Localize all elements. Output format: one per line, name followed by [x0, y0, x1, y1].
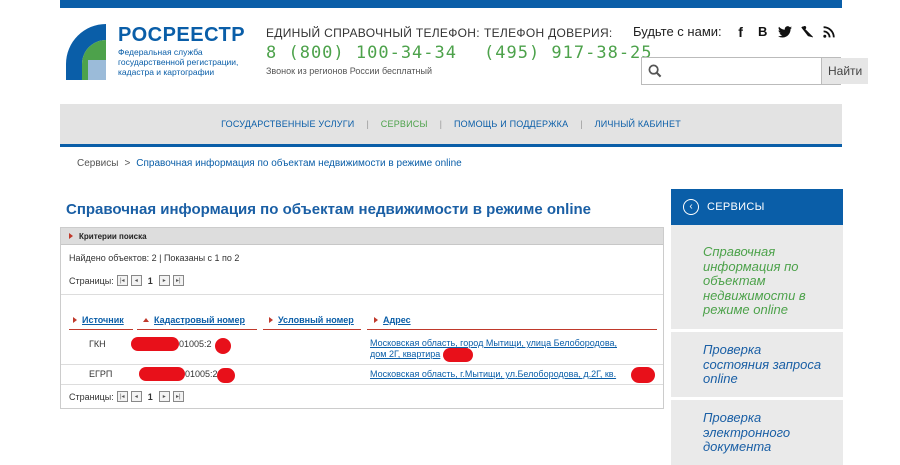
- main-nav: ГОСУДАРСТВЕННЫЕ УСЛУГИ | СЕРВИСЫ | ПОМОЩ…: [60, 104, 842, 147]
- row-source: ГКН: [89, 339, 106, 349]
- search-icon: [648, 64, 662, 78]
- sidebar-header-label: СЕРВИСЫ: [707, 201, 765, 213]
- search-criteria-label: Критерии поиска: [79, 231, 147, 241]
- sidebar-divider: [671, 329, 843, 332]
- pager-top: Страницы: |◂ ◂ 1 ▸ ▸|: [69, 275, 184, 286]
- pager-bottom: Страницы: |◂ ◂ 1 ▸ ▸|: [69, 391, 184, 402]
- column-conditional[interactable]: Условный номер: [269, 315, 354, 325]
- hotline-note: Звонок из регионов России бесплатный: [266, 66, 433, 76]
- header-underline: [263, 329, 361, 330]
- hotline-number: 8 (800) 100-34-34: [266, 43, 457, 63]
- rss-icon[interactable]: [822, 25, 836, 39]
- expand-arrow-icon: [69, 233, 73, 239]
- pager-label: Страницы:: [69, 275, 114, 286]
- nav-gov-services[interactable]: ГОСУДАРСТВЕННЫЕ УСЛУГИ: [209, 119, 366, 129]
- trust-line-label: ТЕЛЕФОН ДОВЕРИЯ:: [484, 26, 613, 40]
- first-page-icon[interactable]: |◂: [116, 391, 128, 402]
- chevron-left-icon: ‹: [683, 199, 699, 215]
- breadcrumb-separator: >: [124, 158, 131, 169]
- search-bar: Найти: [641, 57, 869, 85]
- sort-arrow-icon: [374, 317, 378, 323]
- trust-line-block: ТЕЛЕФОН ДОВЕРИЯ: (495) 917-38-25: [484, 26, 653, 63]
- current-page[interactable]: 1: [148, 276, 153, 286]
- first-page-icon[interactable]: |◂: [116, 275, 128, 286]
- breadcrumb-root[interactable]: Сервисы: [77, 158, 118, 169]
- row-address-link[interactable]: Московская область, г.Мытищи, ул.Белобор…: [370, 369, 616, 380]
- redaction-mark: [215, 338, 231, 354]
- sort-asc-icon: [143, 318, 149, 322]
- results-panel: Критерии поиска Найдено объектов: 2 | По…: [60, 227, 664, 409]
- sidebar-item-realty-info[interactable]: Справочная информация по объектам недвиж…: [703, 244, 823, 318]
- last-page-icon[interactable]: ▸|: [172, 391, 184, 402]
- nav-help[interactable]: ПОМОЩЬ И ПОДДЕРЖКА: [442, 119, 580, 129]
- sidebar-divider: [671, 397, 843, 400]
- address-line: дом 2Г, квартира: [370, 349, 441, 359]
- column-address-label: Адрес: [383, 315, 411, 325]
- sidebar-item-request-status[interactable]: Проверка состояния запроса online: [703, 342, 823, 387]
- prev-page-icon[interactable]: ◂: [130, 275, 142, 286]
- prev-page-icon[interactable]: ◂: [130, 391, 142, 402]
- search-input[interactable]: [662, 59, 821, 83]
- hotline-label: ЕДИНЫЙ СПРАВОЧНЫЙ ТЕЛЕФОН:: [266, 26, 480, 40]
- sidebar-list: Справочная информация по объектам недвиж…: [671, 225, 843, 465]
- row-cadastral: 01005:2: [185, 369, 218, 379]
- next-page-icon[interactable]: ▸: [158, 275, 170, 286]
- column-source[interactable]: Источник: [73, 315, 124, 325]
- search-field: [642, 58, 821, 84]
- table-row[interactable]: ГКН 01005:2 Московская область, город Мы…: [61, 334, 663, 365]
- column-conditional-label: Условный номер: [278, 315, 354, 325]
- sidebar-item-document-check[interactable]: Проверка электронного документа: [703, 410, 823, 455]
- nav-personal-account[interactable]: ЛИЧНЫЙ КАБИНЕТ: [583, 119, 693, 129]
- search-criteria-toggle[interactable]: Критерии поиска: [61, 228, 663, 245]
- vk-icon[interactable]: В: [756, 24, 770, 39]
- redaction-mark: [139, 367, 185, 381]
- pager-label: Страницы:: [69, 391, 114, 402]
- redaction-mark: [131, 337, 179, 351]
- hotline-block: ЕДИНЫЙ СПРАВОЧНЫЙ ТЕЛЕФОН: 8 (800) 100-3…: [266, 26, 480, 76]
- redaction-mark: [443, 348, 473, 362]
- site-logo[interactable]: РОСРЕЕСТР Федеральная служба государстве…: [62, 20, 245, 86]
- row-address-link[interactable]: Московская область, город Мытищи, улица …: [370, 338, 617, 360]
- last-page-icon[interactable]: ▸|: [172, 275, 184, 286]
- facebook-icon[interactable]: f: [734, 24, 748, 40]
- redaction-mark: [217, 368, 235, 383]
- rosreestr-logo-icon: [66, 24, 106, 80]
- next-page-icon[interactable]: ▸: [158, 391, 170, 402]
- column-address[interactable]: Адрес: [374, 315, 411, 325]
- social-links: Будьте с нами: f В: [633, 24, 836, 40]
- header-underline: [137, 329, 257, 330]
- current-page[interactable]: 1: [148, 392, 153, 402]
- table-row[interactable]: ЕГРП 01005:2 Московская область, г.Мытищ…: [61, 366, 663, 385]
- header-underline: [69, 329, 133, 330]
- breadcrumb-current[interactable]: Справочная информация по объектам недвиж…: [136, 158, 461, 169]
- header-underline: [367, 329, 657, 330]
- trust-line-number: (495) 917-38-25: [484, 43, 653, 63]
- row-source: ЕГРП: [89, 369, 113, 379]
- sidebar-header[interactable]: ‹ СЕРВИСЫ: [671, 189, 843, 225]
- brand-name: РОСРЕЕСТР: [118, 24, 246, 46]
- twitter-icon[interactable]: [777, 25, 792, 39]
- sort-arrow-icon: [269, 317, 273, 323]
- results-count: Найдено объектов: 2 | Показаны с 1 по 2: [69, 253, 240, 263]
- address-line: Московская область, город Мытищи, улица …: [370, 338, 617, 348]
- brand-subtitle: Федеральная служба государственной регис…: [118, 47, 239, 77]
- sort-arrow-icon: [73, 317, 77, 323]
- livejournal-icon[interactable]: [800, 25, 814, 39]
- column-source-label: Источник: [82, 315, 124, 325]
- nav-services[interactable]: СЕРВИСЫ: [369, 119, 440, 129]
- social-label: Будьте с нами:: [633, 24, 722, 39]
- row-cadastral: 01005:2: [179, 339, 212, 349]
- top-accent-bar: [60, 0, 842, 8]
- divider: [61, 294, 663, 295]
- address-line: Московская область, г.Мытищи, ул.Белобор…: [370, 369, 617, 379]
- column-cadastral[interactable]: Кадастровый номер: [143, 315, 245, 325]
- breadcrumb: Сервисы > Справочная информация по объекта…: [77, 158, 462, 169]
- page-title: Справочная информация по объектам недвиж…: [66, 201, 592, 218]
- redaction-mark: [631, 367, 655, 383]
- column-cadastral-label: Кадастровый номер: [154, 315, 245, 325]
- search-button[interactable]: Найти: [821, 58, 869, 84]
